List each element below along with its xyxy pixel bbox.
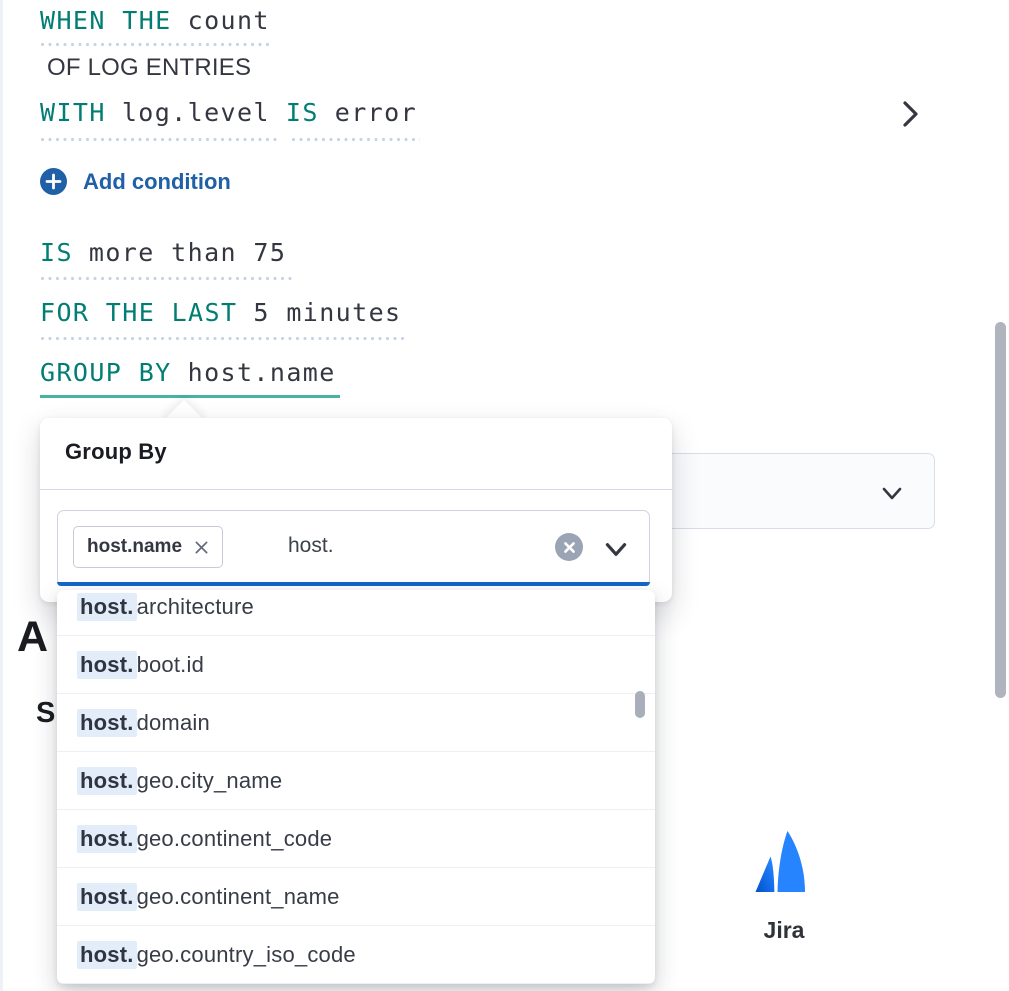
expand-condition-button[interactable] bbox=[897, 99, 923, 134]
popover-title: Group By bbox=[65, 439, 167, 465]
list-item[interactable]: host.geo.city_name bbox=[57, 752, 655, 810]
when-keyword: WHEN THE bbox=[40, 6, 172, 36]
background-select[interactable] bbox=[655, 453, 935, 529]
comparator-dotted-underline bbox=[291, 137, 420, 142]
add-condition-label: Add condition bbox=[83, 169, 231, 195]
circle-x-icon bbox=[563, 541, 576, 554]
group-by-combobox[interactable]: host.name host. bbox=[57, 510, 650, 586]
when-value: count bbox=[188, 6, 270, 36]
group-by-popover: Group By host.name host. bbox=[40, 418, 672, 602]
comparator-keyword: IS bbox=[286, 98, 319, 128]
when-dotted-underline bbox=[40, 42, 272, 47]
rule-line-window[interactable]: FOR THE LAST 5 minutes bbox=[40, 298, 401, 328]
rule-line-group-by[interactable]: GROUP BY host.name bbox=[40, 358, 336, 388]
selected-field-pill[interactable]: host.name bbox=[73, 526, 223, 568]
rule-line-when[interactable]: WHEN THE count bbox=[40, 6, 270, 36]
suggestion-list: host.architecture host.boot.id host.doma… bbox=[57, 590, 655, 984]
threshold-dotted-underline bbox=[40, 276, 292, 281]
group-by-value: host.name bbox=[188, 358, 336, 388]
list-item[interactable]: host.geo.continent_code bbox=[57, 810, 655, 868]
chevron-down-icon bbox=[601, 534, 631, 564]
clear-selection-button[interactable] bbox=[555, 533, 583, 561]
with-dotted-underline bbox=[40, 137, 277, 142]
group-by-active-underline bbox=[40, 395, 340, 398]
group-by-keyword: GROUP BY bbox=[40, 358, 172, 388]
chevron-down-icon bbox=[878, 479, 906, 512]
window-value: 5 minutes bbox=[253, 298, 401, 328]
background-heading-partial: A bbox=[17, 613, 48, 662]
list-item[interactable]: host.domain bbox=[57, 694, 655, 752]
atlassian-jira-icon bbox=[748, 826, 820, 898]
with-field: log.level bbox=[122, 98, 270, 128]
list-item[interactable]: host.architecture bbox=[57, 590, 655, 636]
pill-label: host.name bbox=[87, 536, 182, 558]
combobox-focus-bar bbox=[57, 582, 650, 586]
of-log-entries-label: OF LOG ENTRIES bbox=[47, 54, 251, 82]
list-item[interactable]: host.geo.continent_name bbox=[57, 868, 655, 926]
field-suggestions-dropdown: host.architecture host.boot.id host.doma… bbox=[57, 590, 655, 984]
page-scrollbar-thumb[interactable] bbox=[995, 322, 1006, 698]
list-item[interactable]: host.geo.country_iso_code bbox=[57, 926, 655, 984]
action-type-label: Jira bbox=[746, 917, 822, 944]
comparator-value: error bbox=[335, 98, 417, 128]
threshold-keyword: IS bbox=[40, 238, 73, 268]
x-icon[interactable] bbox=[194, 540, 209, 555]
background-subheading-partial: S bbox=[36, 697, 55, 730]
with-keyword: WITH bbox=[40, 98, 106, 128]
action-type-jira[interactable]: Jira bbox=[746, 826, 822, 944]
window-keyword: FOR THE LAST bbox=[40, 298, 237, 328]
popover-divider bbox=[40, 489, 672, 490]
window-dotted-underline bbox=[40, 336, 406, 341]
dropdown-scrollbar-thumb[interactable] bbox=[635, 691, 645, 718]
panel-left-edge bbox=[0, 0, 3, 991]
rule-line-with[interactable]: WITH log.level IS error bbox=[40, 98, 417, 128]
list-item[interactable]: host.boot.id bbox=[57, 636, 655, 694]
rule-line-threshold[interactable]: IS more than 75 bbox=[40, 238, 286, 268]
combobox-toggle-button[interactable] bbox=[601, 534, 631, 569]
threshold-value: more than 75 bbox=[89, 238, 286, 268]
chevron-right-icon bbox=[897, 99, 923, 129]
plus-circle-icon bbox=[40, 168, 67, 195]
combobox-input[interactable]: host. bbox=[288, 534, 334, 558]
add-condition-button[interactable]: Add condition bbox=[40, 168, 231, 195]
